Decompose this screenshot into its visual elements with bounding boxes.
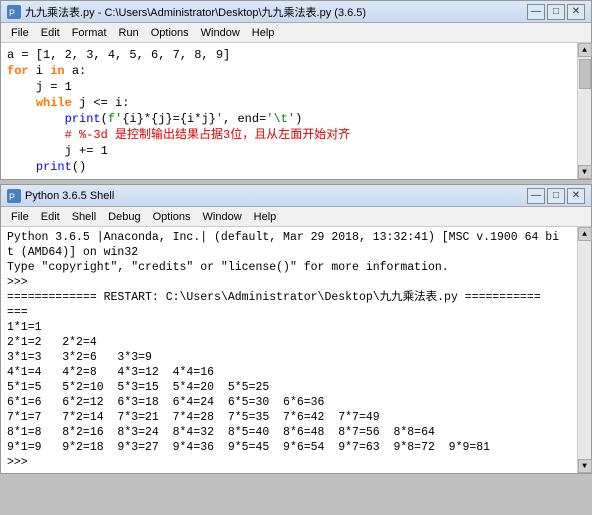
shell-line-13: 8*1=8 8*2=16 8*3=24 8*4=32 8*5=40 8*6=48… [7,425,571,440]
editor-window: P 九九乘法表.py - C:\Users\Administrator\Desk… [0,0,592,180]
shell-close-btn[interactable]: ✕ [567,188,585,204]
shell-line-12: 7*1=7 7*2=14 7*3=21 7*4=28 7*5=35 7*6=42… [7,410,571,425]
code-line-2: for i in a: [7,63,571,79]
code-line-5: print(f'{i}*{j}={i*j}', end='\t') [7,111,571,127]
shell-line-4: >>> [7,275,571,290]
editor-menu-edit[interactable]: Edit [35,26,66,40]
shell-controls: — □ ✕ [527,188,585,204]
editor-menu-file[interactable]: File [5,26,35,40]
shell-line-14: 9*1=9 9*2=18 9*3=27 9*4=36 9*5=45 9*6=54… [7,440,571,455]
editor-menu-bar: File Edit Format Run Options Window Help [1,23,591,43]
code-line-8: print() [7,159,571,175]
shell-wrapper: Python 3.6.5 |Anaconda, Inc.| (default, … [1,227,591,473]
shell-line-9: 4*1=4 4*2=8 4*3=12 4*4=16 [7,365,571,380]
shell-line-11: 6*1=6 6*2=12 6*3=18 6*4=24 6*5=30 6*6=36 [7,395,571,410]
editor-maximize-btn[interactable]: □ [547,4,565,20]
shell-line-5: === [7,305,571,320]
svg-text:P: P [9,8,15,18]
shell-title-bar: P Python 3.6.5 Shell — □ ✕ [1,185,591,207]
shell-line-10: 5*1=5 5*2=10 5*3=15 5*4=20 5*5=25 [7,380,571,395]
shell-line-7: 2*1=2 2*2=4 [7,335,571,350]
shell-line-1: Python 3.6.5 |Anaconda, Inc.| (default, … [7,230,571,245]
editor-controls: — □ ✕ [527,4,585,20]
editor-title-left: P 九九乘法表.py - C:\Users\Administrator\Desk… [7,4,366,20]
shell-title-text: Python 3.6.5 Shell [25,190,114,202]
editor-scroll-thumb[interactable] [579,59,591,89]
shell-window: P Python 3.6.5 Shell — □ ✕ File Edit She… [0,184,592,474]
code-line-3: j = 1 [7,79,571,95]
editor-code-area[interactable]: a = [1, 2, 3, 4, 5, 6, 7, 8, 9] for i in… [1,43,577,179]
shell-menu-options[interactable]: Options [147,210,197,224]
editor-icon: P [7,5,21,19]
shell-line-8: 3*1=3 3*2=6 3*3=9 [7,350,571,365]
editor-menu-options[interactable]: Options [145,26,195,40]
shell-menu-window[interactable]: Window [197,210,248,224]
shell-maximize-btn[interactable]: □ [547,188,565,204]
shell-scroll-up[interactable]: ▲ [578,227,592,241]
code-line-4: while j <= i: [7,95,571,111]
shell-prompt: >>> [7,455,571,470]
editor-menu-window[interactable]: Window [195,26,246,40]
code-line-7: j += 1 [7,143,571,159]
shell-menu-debug[interactable]: Debug [102,210,146,224]
editor-minimize-btn[interactable]: — [527,4,545,20]
shell-icon: P [7,189,21,203]
editor-scroll-up[interactable]: ▲ [578,43,592,57]
editor-close-btn[interactable]: ✕ [567,4,585,20]
shell-minimize-btn[interactable]: — [527,188,545,204]
editor-menu-help[interactable]: Help [246,26,281,40]
shell-restart-line: ============= RESTART: C:\Users\Administ… [7,290,571,305]
editor-menu-format[interactable]: Format [66,26,113,40]
shell-menu-edit[interactable]: Edit [35,210,66,224]
editor-wrapper: a = [1, 2, 3, 4, 5, 6, 7, 8, 9] for i in… [1,43,591,179]
editor-title-bar: P 九九乘法表.py - C:\Users\Administrator\Desk… [1,1,591,23]
svg-text:P: P [9,192,15,202]
shell-menu-file[interactable]: File [5,210,35,224]
shell-scroll-down[interactable]: ▼ [578,459,592,473]
shell-title-left: P Python 3.6.5 Shell [7,189,114,203]
shell-menu-bar: File Edit Shell Debug Options Window Hel… [1,207,591,227]
shell-menu-shell[interactable]: Shell [66,210,102,224]
editor-scroll-down[interactable]: ▼ [578,165,592,179]
editor-menu-run[interactable]: Run [113,26,145,40]
shell-output[interactable]: Python 3.6.5 |Anaconda, Inc.| (default, … [1,227,577,473]
shell-line-3: Type "copyright", "credits" or "license(… [7,260,571,275]
code-line-6: # %-3d 是控制输出结果占据3位，且从左面开始对齐 [7,127,571,143]
code-line-1: a = [1, 2, 3, 4, 5, 6, 7, 8, 9] [7,47,571,63]
shell-scrollbar[interactable]: ▲ ▼ [577,227,591,473]
shell-line-6: 1*1=1 [7,320,571,335]
editor-scrollbar[interactable]: ▲ ▼ [577,43,591,179]
shell-menu-help[interactable]: Help [248,210,283,224]
editor-title-text: 九九乘法表.py - C:\Users\Administrator\Deskto… [25,4,366,20]
shell-line-2: t (AMD64)] on win32 [7,245,571,260]
